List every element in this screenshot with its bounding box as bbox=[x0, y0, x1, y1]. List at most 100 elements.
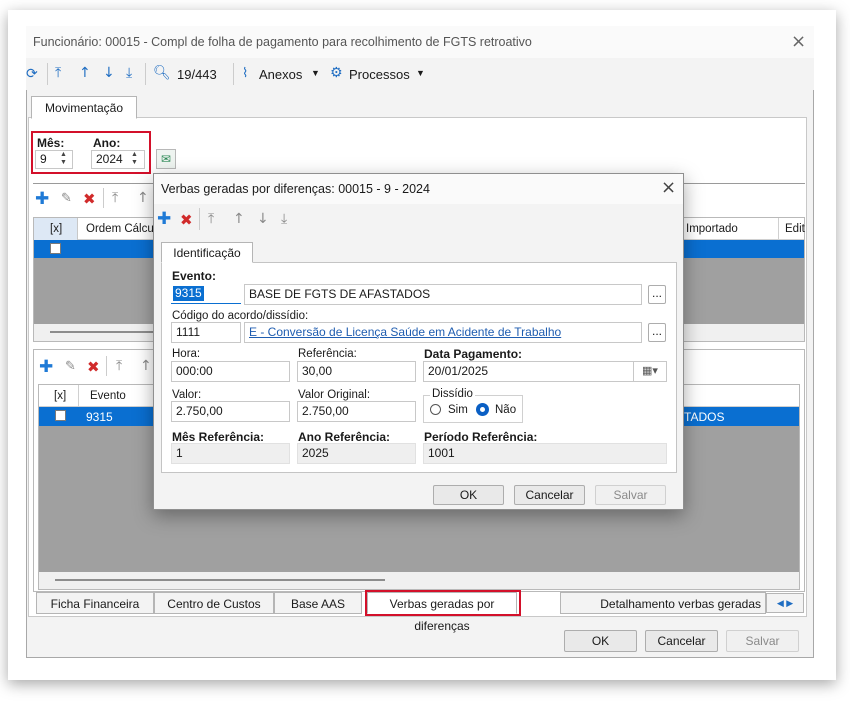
acordo-lookup-button[interactable]: ... bbox=[648, 323, 666, 342]
cancel-button[interactable]: Cancelar bbox=[645, 630, 718, 652]
dialog-title: Verbas geradas por diferenças: 00015 - 9… bbox=[161, 182, 430, 196]
evento-label: Evento: bbox=[172, 269, 217, 283]
grid1-col-edit[interactable]: Edit bbox=[785, 223, 805, 235]
previous-record-icon[interactable]: ↑ bbox=[79, 66, 91, 80]
edit-icon[interactable]: ✎ bbox=[61, 191, 72, 206]
ano-referencia-value: 2025 bbox=[297, 443, 416, 464]
row-description: TADOS bbox=[684, 410, 725, 424]
delete-icon[interactable]: ✖ bbox=[180, 211, 193, 229]
close-icon[interactable]: × bbox=[791, 31, 806, 52]
valor-original-label: Valor Original: bbox=[298, 389, 371, 401]
periodo-referencia-label: Período Referência: bbox=[424, 430, 538, 444]
mes-stepper[interactable]: ▲ ▼ bbox=[60, 151, 67, 167]
tab-scroll-arrows[interactable]: ◀ ▶ bbox=[766, 593, 804, 613]
ano-referencia-label: Ano Referência: bbox=[298, 430, 391, 444]
radio-nao-label[interactable]: Não bbox=[495, 404, 516, 416]
paperclip-icon: ⌇ bbox=[242, 66, 249, 81]
search-icon[interactable]: 🔍︎ bbox=[153, 66, 171, 80]
save-button[interactable]: Salvar bbox=[726, 630, 799, 652]
ok-button[interactable]: OK bbox=[564, 630, 637, 652]
previous-record-icon: ↑ bbox=[233, 211, 245, 227]
evento-desc-input[interactable]: BASE DE FGTS DE AFASTADOS bbox=[244, 284, 642, 305]
chevron-down-icon[interactable]: ▼ bbox=[416, 68, 425, 78]
tab-centro-custos[interactable]: Centro de Custos bbox=[154, 592, 274, 614]
tab-movimentacao[interactable]: Movimentação bbox=[31, 96, 137, 119]
referencia-label: Referência: bbox=[298, 348, 357, 360]
first-record-icon: ⤒ bbox=[208, 211, 215, 227]
valor-original-input[interactable]: 2.750,00 bbox=[297, 401, 416, 422]
radio-sim-label[interactable]: Sim bbox=[448, 404, 468, 416]
add-icon[interactable]: ✚ bbox=[39, 357, 53, 377]
data-pagamento-label: Data Pagamento: bbox=[424, 347, 523, 361]
close-icon[interactable]: × bbox=[661, 177, 676, 198]
last-record-icon: ⤓ bbox=[281, 211, 288, 227]
dialog-save-button[interactable]: Salvar bbox=[595, 485, 666, 505]
delete-icon[interactable]: ✖ bbox=[87, 358, 100, 376]
highlight-verbas-tab bbox=[365, 590, 521, 616]
ano-stepper[interactable]: ▲ ▼ bbox=[131, 151, 138, 167]
processos-menu[interactable]: Processos bbox=[349, 67, 410, 82]
tab-detalhamento-verbas[interactable]: Detalhamento verbas geradas bbox=[560, 592, 766, 614]
radio-sim[interactable] bbox=[430, 404, 441, 415]
delete-icon[interactable]: ✖ bbox=[83, 190, 96, 208]
col-divider bbox=[778, 218, 779, 240]
first-record-icon[interactable]: ⤒ bbox=[55, 66, 61, 80]
grid1-col-importado[interactable]: Importado bbox=[686, 223, 738, 235]
tab-ficha-financeira[interactable]: Ficha Financeira bbox=[36, 592, 154, 614]
valor-input[interactable]: 2.750,00 bbox=[171, 401, 290, 422]
acordo-code-input[interactable]: 1111 bbox=[171, 322, 241, 343]
acordo-desc-link[interactable]: E - Conversão de Licença Saúde em Aciden… bbox=[244, 322, 642, 343]
last-record-icon[interactable]: ⤓ bbox=[126, 66, 132, 80]
referencia-input[interactable]: 30,00 bbox=[297, 361, 416, 382]
mes-referencia-value: 1 bbox=[171, 443, 290, 464]
mes-label: Mês: bbox=[37, 136, 65, 150]
gear-icon: ⚙ bbox=[330, 65, 343, 81]
next-record-icon[interactable]: ↓ bbox=[103, 66, 115, 80]
grid2-col-evento[interactable]: Evento bbox=[90, 390, 126, 402]
col-divider bbox=[78, 385, 79, 407]
dialog-ok-button[interactable]: OK bbox=[433, 485, 504, 505]
evento-lookup-button[interactable]: ... bbox=[648, 285, 666, 304]
toolbar-divider bbox=[47, 63, 48, 85]
grid1-col-x[interactable]: [x] bbox=[50, 223, 62, 235]
toolbar-divider bbox=[233, 63, 234, 85]
valor-label: Valor: bbox=[172, 389, 202, 401]
previous-record-icon: ↑ bbox=[137, 190, 149, 206]
window-title: Funcionário: 00015 - Compl de folha de p… bbox=[33, 35, 532, 49]
grid1-scrollbar-thumb[interactable] bbox=[50, 331, 160, 333]
next-record-icon: ↓ bbox=[257, 211, 269, 227]
periodo-referencia-value: 1001 bbox=[423, 443, 667, 464]
toolbar-divider bbox=[106, 356, 107, 376]
mes-referencia-label: Mês Referência: bbox=[172, 430, 265, 444]
grid2-col-x[interactable]: [x] bbox=[54, 390, 66, 402]
mes-input[interactable]: 9 bbox=[35, 150, 73, 169]
edit-icon[interactable]: ✎ bbox=[65, 359, 76, 374]
dialog-cancel-button[interactable]: Cancelar bbox=[514, 485, 585, 505]
hora-input[interactable]: 000:00 bbox=[171, 361, 290, 382]
envelope-icon[interactable]: ✉ bbox=[156, 149, 176, 169]
tab-identificacao[interactable]: Identificação bbox=[161, 242, 253, 263]
previous-record-icon: ↑ bbox=[140, 358, 152, 374]
tab-base-aas[interactable]: Base AAS bbox=[274, 592, 362, 614]
acordo-label: Código do acordo/dissídio: bbox=[172, 310, 309, 322]
add-icon[interactable]: ✚ bbox=[35, 189, 49, 209]
radio-dot bbox=[480, 407, 485, 412]
refresh-icon[interactable]: ⟳ bbox=[26, 67, 38, 81]
first-record-icon: ⤒ bbox=[116, 358, 123, 374]
row-checkbox[interactable] bbox=[55, 410, 66, 421]
hora-label: Hora: bbox=[172, 348, 201, 360]
anexos-menu[interactable]: Anexos bbox=[259, 67, 302, 82]
grid2-scrollbar-thumb[interactable] bbox=[55, 579, 385, 581]
chevron-down-icon[interactable]: ▼ bbox=[311, 68, 320, 78]
first-record-icon: ⤒ bbox=[112, 190, 119, 206]
evento-code: 9315 bbox=[173, 286, 204, 301]
add-icon[interactable]: ✚ bbox=[157, 209, 171, 229]
record-counter: 19/443 bbox=[177, 67, 217, 82]
grid1-col-ordem[interactable]: Ordem Cálculo bbox=[86, 223, 163, 235]
row-checkbox[interactable] bbox=[50, 243, 61, 254]
data-pagamento-input[interactable]: 20/01/2025 bbox=[423, 361, 667, 382]
toolbar-divider bbox=[103, 188, 104, 208]
toolbar-divider bbox=[145, 63, 146, 85]
calendar-icon[interactable]: ▦▾ bbox=[633, 362, 666, 381]
toolbar-divider bbox=[199, 208, 200, 230]
